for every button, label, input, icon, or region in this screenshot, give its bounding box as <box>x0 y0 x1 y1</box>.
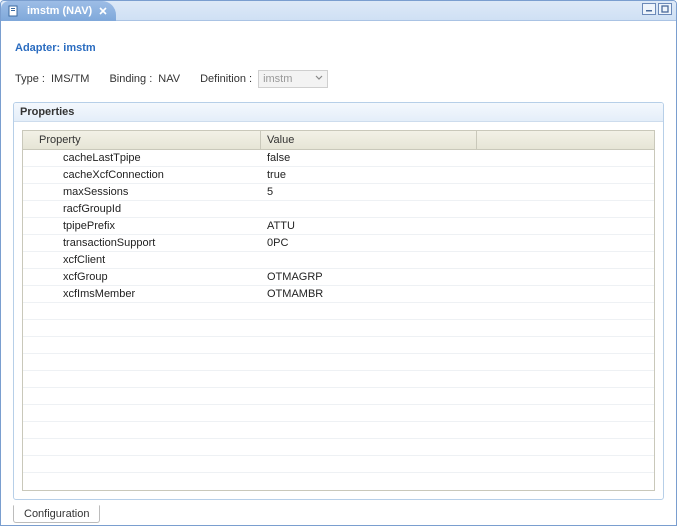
cell-value <box>261 395 477 397</box>
definition-label: Definition : <box>200 73 252 85</box>
cell-value <box>261 259 477 261</box>
cell-property: tpipePrefix <box>23 219 261 233</box>
table-row <box>23 456 654 473</box>
definition-value: imstm <box>263 73 292 85</box>
cell-value <box>261 310 477 312</box>
cell-property: cacheXcfConnection <box>23 168 261 182</box>
close-icon[interactable] <box>98 6 108 16</box>
page-title-name: imstm <box>63 42 95 54</box>
titlebar: imstm (NAV) <box>1 1 676 21</box>
table-header: Property Value <box>23 131 654 150</box>
table-row <box>23 320 654 337</box>
properties-panel-body: Property Value cacheLastTpipefalsecacheX… <box>14 122 663 499</box>
table-row[interactable]: xcfClient <box>23 252 654 269</box>
table-row <box>23 473 654 489</box>
cell-property <box>23 344 261 346</box>
type-value: IMS/TM <box>51 73 90 85</box>
minimize-button[interactable] <box>642 3 656 15</box>
bottom-tabbar: Configuration <box>13 504 666 524</box>
cell-value: OTMAMBR <box>261 287 477 301</box>
column-header-value[interactable]: Value <box>261 131 477 149</box>
cell-value <box>261 429 477 431</box>
cell-value <box>261 378 477 380</box>
table-row <box>23 439 654 456</box>
cell-property: racfGroupId <box>23 202 261 216</box>
cell-value <box>261 463 477 465</box>
cell-property <box>23 378 261 380</box>
cell-property <box>23 327 261 329</box>
table-body: cacheLastTpipefalsecacheXcfConnectiontru… <box>23 150 654 489</box>
cell-value <box>261 344 477 346</box>
page-title: Adapter: imstm <box>15 35 666 56</box>
table-row[interactable]: xcfGroupOTMAGRP <box>23 269 654 286</box>
cell-property <box>23 463 261 465</box>
cell-value <box>261 480 477 482</box>
table-row[interactable]: xcfImsMemberOTMAMBR <box>23 286 654 303</box>
table-row[interactable]: transactionSupport0PC <box>23 235 654 252</box>
cell-property <box>23 446 261 448</box>
editor-content: Adapter: imstm Type : IMS/TM Binding : N… <box>1 21 676 526</box>
table-row[interactable]: cacheLastTpipefalse <box>23 150 654 167</box>
page-title-prefix: Adapter: <box>15 42 63 54</box>
editor-tab-title: imstm (NAV) <box>27 5 92 17</box>
cell-property: transactionSupport <box>23 236 261 250</box>
meta-row: Type : IMS/TM Binding : NAV Definition :… <box>15 70 666 88</box>
table-row <box>23 354 654 371</box>
column-header-property[interactable]: Property <box>23 131 261 149</box>
cell-value <box>261 327 477 329</box>
table-row <box>23 388 654 405</box>
cell-property <box>23 310 261 312</box>
tab-configuration[interactable]: Configuration <box>13 505 100 523</box>
table-row <box>23 337 654 354</box>
cell-value: OTMAGRP <box>261 270 477 284</box>
cell-value: false <box>261 151 477 165</box>
maximize-button[interactable] <box>658 3 672 15</box>
cell-value <box>261 208 477 210</box>
cell-value: true <box>261 168 477 182</box>
table-row[interactable]: maxSessions5 <box>23 184 654 201</box>
binding-label: Binding : <box>109 73 152 85</box>
cell-value <box>261 361 477 363</box>
definition-select[interactable]: imstm <box>258 70 328 88</box>
table-row <box>23 303 654 320</box>
cell-property: cacheLastTpipe <box>23 151 261 165</box>
cell-property: xcfGroup <box>23 270 261 284</box>
table-row <box>23 422 654 439</box>
table-row <box>23 405 654 422</box>
cell-property <box>23 361 261 363</box>
cell-value <box>261 412 477 414</box>
editor-window: imstm (NAV) Adapter: imstm Type : IMS/TM… <box>0 0 677 526</box>
cell-property <box>23 412 261 414</box>
document-icon <box>7 4 21 18</box>
table-row[interactable]: tpipePrefixATTU <box>23 218 654 235</box>
cell-property: xcfClient <box>23 253 261 267</box>
cell-property: xcfImsMember <box>23 287 261 301</box>
binding-value: NAV <box>158 73 180 85</box>
cell-value: ATTU <box>261 219 477 233</box>
cell-value: 5 <box>261 185 477 199</box>
window-controls <box>642 3 672 15</box>
table-row[interactable]: racfGroupId <box>23 201 654 218</box>
cell-property <box>23 395 261 397</box>
properties-panel-title: Properties <box>14 103 663 122</box>
cell-property <box>23 429 261 431</box>
type-label: Type : <box>15 73 45 85</box>
chevron-down-icon <box>315 73 323 85</box>
cell-property: maxSessions <box>23 185 261 199</box>
cell-property <box>23 480 261 482</box>
editor-tab[interactable]: imstm (NAV) <box>1 1 116 21</box>
properties-table: Property Value cacheLastTpipefalsecacheX… <box>22 130 655 491</box>
cell-value: 0PC <box>261 236 477 250</box>
cell-value <box>261 446 477 448</box>
column-header-spacer <box>477 131 654 149</box>
properties-panel: Properties Property Value cacheLastTpipe… <box>13 102 664 500</box>
table-row <box>23 371 654 388</box>
table-row[interactable]: cacheXcfConnectiontrue <box>23 167 654 184</box>
